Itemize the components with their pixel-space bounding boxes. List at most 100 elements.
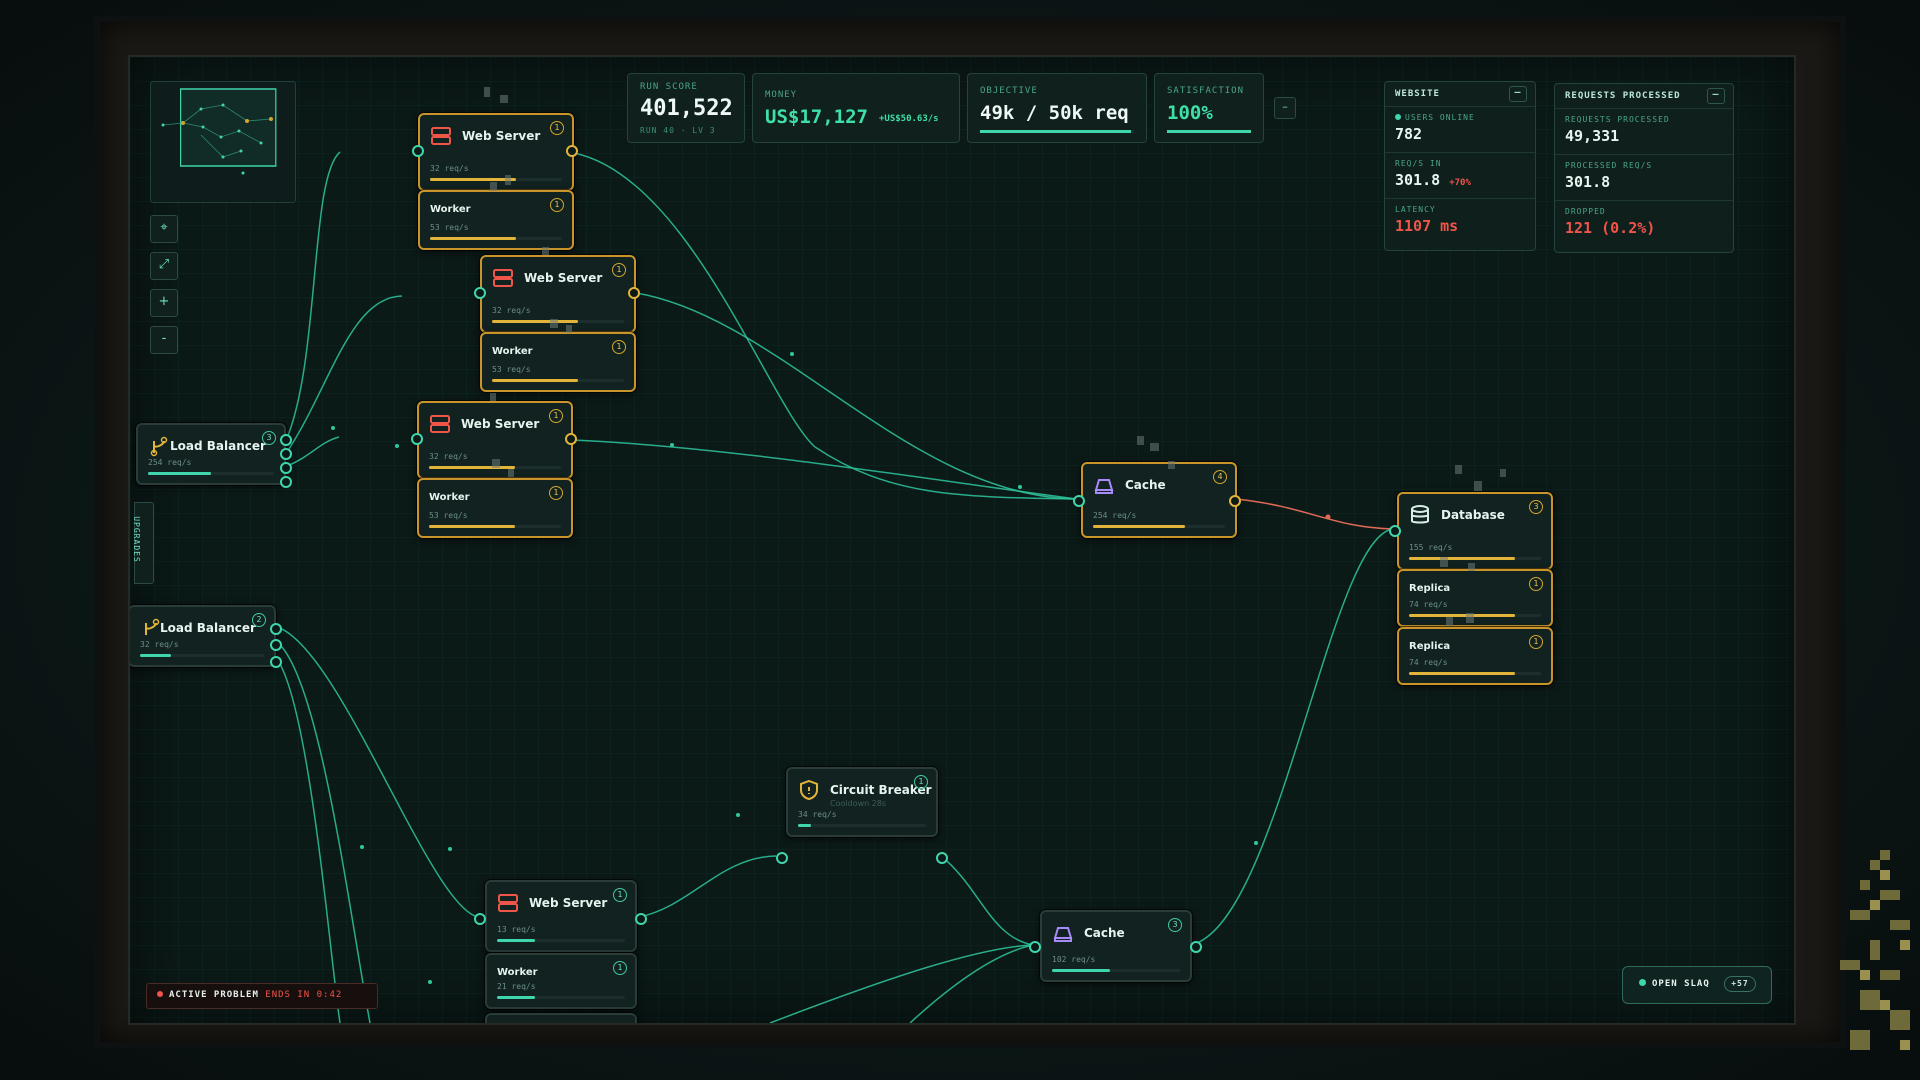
overload-smoke <box>1137 436 1144 445</box>
load-balancer-node[interactable]: Load Balancer 3 254 req/s <box>136 423 286 485</box>
input-port[interactable] <box>1389 525 1401 537</box>
run-score-card: RUN SCORE 401,522 RUN 40 · LV 3 <box>627 73 745 143</box>
output-port[interactable] <box>270 656 282 668</box>
minimap-graph <box>161 88 277 175</box>
node-load-fill <box>497 939 536 942</box>
dropped-label: DROPPED <box>1565 207 1606 216</box>
node-load-bar <box>430 237 562 240</box>
input-port[interactable] <box>776 852 788 864</box>
dropped-value: 121 (0.2%) <box>1565 219 1656 237</box>
replica-node[interactable]: Replica 1 74 req/s <box>1397 627 1553 685</box>
partial-node[interactable] <box>485 1013 637 1023</box>
active-problem-banner[interactable]: ACTIVE PROBLEM ENDS IN 0:42 <box>146 983 378 1009</box>
worker-node[interactable]: Worker 1 53 req/s <box>480 332 636 392</box>
node-load-fill <box>430 178 516 181</box>
requests-processed-label: REQUESTS PROCESSED <box>1565 115 1670 124</box>
output-port[interactable] <box>280 434 292 446</box>
node-rate: 32 req/s <box>429 452 468 461</box>
input-port[interactable] <box>411 433 423 445</box>
node-level-badge: 1 <box>550 198 564 212</box>
web-server-node[interactable]: Web Server 1 32 req/s <box>480 255 636 333</box>
node-load-fill <box>429 466 515 469</box>
users-online-label: USERS ONLINE <box>1405 113 1475 122</box>
input-port[interactable] <box>1029 941 1041 953</box>
node-title: Worker <box>430 204 471 215</box>
cache-node[interactable]: Cache 4 254 req/s <box>1081 462 1237 538</box>
output-port[interactable] <box>270 623 282 635</box>
wire-in-cache2-b <box>909 944 1034 1023</box>
worker-node[interactable]: Worker 1 53 req/s <box>417 478 573 538</box>
node-level-badge: 3 <box>1168 918 1182 932</box>
node-rate: 74 req/s <box>1409 658 1448 667</box>
web-server-node[interactable]: Web Server 1 13 req/s <box>485 880 637 952</box>
input-port[interactable] <box>412 145 424 157</box>
wire-cb-cache2 <box>940 855 1034 946</box>
center-view-button[interactable]: ⌖ <box>150 215 178 243</box>
cache-node[interactable]: Cache 3 102 req/s <box>1040 910 1192 982</box>
node-rate: 155 req/s <box>1409 543 1453 552</box>
database-node[interactable]: Database 3 155 req/s <box>1397 492 1553 570</box>
replica-node[interactable]: Replica 1 74 req/s <box>1397 569 1553 627</box>
processed-rate-label: PROCESSED REQ/S <box>1565 161 1653 170</box>
overload-smoke <box>505 175 511 185</box>
website-panel-collapse-button[interactable]: – <box>1509 86 1527 102</box>
game-screen[interactable]: ⌖ ⤢ + - UPGRADES RUN SCORE 401,522 RUN 4… <box>128 55 1796 1025</box>
branch-icon <box>145 618 160 635</box>
zoom-in-button[interactable]: + <box>150 289 178 317</box>
overload-smoke <box>566 325 572 333</box>
output-port[interactable] <box>280 476 292 488</box>
input-port[interactable] <box>1073 495 1085 507</box>
website-panel: WEBSITE – USERS ONLINE 782 REQ/S IN 301.… <box>1384 81 1536 251</box>
wire-ws3-cache1 <box>572 439 1078 500</box>
worker-node[interactable]: Worker 1 53 req/s <box>418 190 574 250</box>
node-load-bar <box>497 996 625 999</box>
game-stage: ⌖ ⤢ + - UPGRADES RUN SCORE 401,522 RUN 4… <box>0 0 1920 1080</box>
output-port[interactable] <box>628 287 640 299</box>
overload-smoke <box>484 87 490 97</box>
node-load-bar <box>1093 525 1225 528</box>
input-port[interactable] <box>474 913 486 925</box>
requests-panel-collapse-button[interactable]: – <box>1707 88 1725 104</box>
open-slaq-button[interactable]: OPEN SLAQ +57 <box>1622 966 1772 1004</box>
hud-collapse-button[interactable]: – <box>1274 97 1296 119</box>
node-load-fill <box>429 525 515 528</box>
node-level-badge: 3 <box>262 431 276 445</box>
web-server-node[interactable]: Web Server 1 32 req/s <box>418 113 574 191</box>
node-level-badge: 1 <box>613 888 627 902</box>
output-port[interactable] <box>280 448 292 460</box>
overload-smoke <box>1466 613 1474 623</box>
output-port[interactable] <box>936 852 948 864</box>
overload-smoke <box>1150 443 1159 451</box>
output-port[interactable] <box>635 913 647 925</box>
circuit-breaker-node[interactable]: Circuit Breaker Cooldown 28s 1 34 req/s <box>786 767 938 837</box>
load-balancer-node[interactable]: Load Balancer 2 32 req/s <box>130 605 276 667</box>
node-load-bar <box>148 472 274 475</box>
node-title: Web Server <box>461 417 540 431</box>
output-port[interactable] <box>565 433 577 445</box>
run-score-label: RUN SCORE <box>640 82 698 92</box>
satisfaction-progress-fill <box>1167 130 1251 133</box>
satisfaction-card: SATISFACTION 100% <box>1154 73 1264 143</box>
output-port[interactable] <box>566 145 578 157</box>
worker-node[interactable]: Worker 1 21 req/s <box>485 953 637 1009</box>
latency-row: LATENCY 1107 ms <box>1385 199 1535 244</box>
node-title: Database <box>1441 508 1505 522</box>
zoom-out-button[interactable]: - <box>150 326 178 354</box>
output-port[interactable] <box>1229 495 1241 507</box>
online-dot-icon <box>1395 114 1401 120</box>
node-load-bar <box>492 320 624 323</box>
node-load-fill <box>1409 614 1515 617</box>
input-port[interactable] <box>474 287 486 299</box>
fit-view-button[interactable]: ⤢ <box>150 252 178 280</box>
requests-processed-value: 49,331 <box>1565 127 1620 145</box>
slaq-status-dot-icon <box>1639 979 1646 986</box>
reqs-in-delta: +70% <box>1449 178 1471 188</box>
output-port[interactable] <box>270 639 282 651</box>
output-port[interactable] <box>1190 941 1202 953</box>
objective-card: OBJECTIVE 49k / 50k req <box>967 73 1147 143</box>
wire-ws4-cb <box>638 855 777 918</box>
objective-label: OBJECTIVE <box>980 86 1038 96</box>
upgrades-tab[interactable]: UPGRADES <box>132 502 154 584</box>
output-port[interactable] <box>280 462 292 474</box>
minimap[interactable] <box>150 81 296 203</box>
